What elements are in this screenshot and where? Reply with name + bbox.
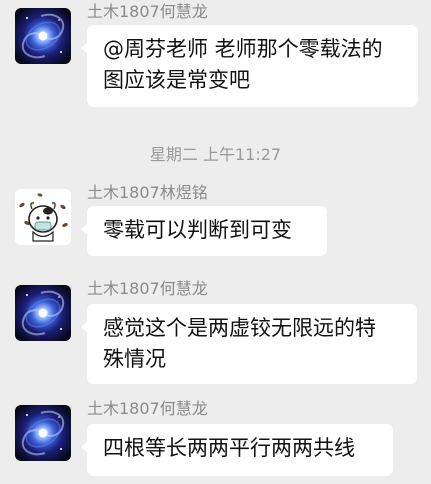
galaxy-avatar-icon[interactable] [15, 8, 71, 64]
message-bubble[interactable]: @周芬老师 老师那个零载法的 图应该是常变吧 [81, 25, 418, 107]
galaxy-avatar-icon[interactable] [15, 285, 71, 341]
message-text-line: 四根等长两两平行两两共线 [103, 436, 355, 460]
message-bubble[interactable]: 零载可以判断到可变 [81, 206, 327, 256]
sender-name: 土木1807何慧龙 [87, 399, 208, 418]
message-text-line: 殊情况 [103, 347, 166, 371]
message-bubble[interactable]: 四根等长两两平行两两共线 [81, 424, 393, 476]
message-text-line: 零载可以判断到可变 [103, 218, 292, 242]
message-text-line: @周芬老师 老师那个零载法的 [103, 37, 383, 61]
message-bubble[interactable]: 感觉这个是两虚铰无限远的特 殊情况 [81, 304, 417, 384]
sender-name: 土木1807林煜铭 [87, 183, 208, 202]
message-text-line: 感觉这个是两虚铰无限远的特 [103, 316, 376, 340]
chat-window: 土木1807何慧龙 @周芬老师 老师那个零载法的 图应该是常变吧 星期二 上午1… [0, 0, 431, 484]
sender-name: 土木1807何慧龙 [87, 279, 208, 298]
galaxy-avatar-icon[interactable] [15, 405, 71, 461]
message-text-line: 图应该是常变吧 [103, 68, 250, 92]
cartoon-cow-avatar-icon[interactable] [15, 189, 71, 245]
sender-name: 土木1807何慧龙 [87, 2, 208, 21]
timestamp: 星期二 上午11:27 [149, 145, 282, 164]
